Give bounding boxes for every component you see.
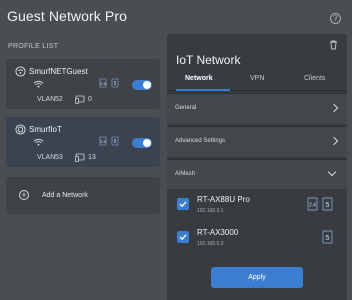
devices-count: 0 (88, 96, 92, 103)
guest-network-icon (15, 66, 26, 77)
panel-title: IoT Network (176, 53, 241, 67)
devices-icon (75, 153, 85, 162)
app-title: Guest Network Pro (7, 8, 127, 24)
band-5ghz-icon: 5 (111, 136, 119, 146)
vlan-label: VLAN (37, 154, 56, 161)
wifi-icon (33, 138, 44, 146)
chevron-right-icon (329, 103, 339, 113)
section-general[interactable]: General (167, 93, 347, 124)
node-name: RT-AX3000 (197, 228, 239, 237)
tab-vpn[interactable]: VPN (250, 75, 264, 82)
node-checkbox[interactable] (177, 198, 189, 210)
chevron-down-icon (327, 167, 337, 177)
vlan-label: VLAN (37, 96, 56, 103)
svg-text:5: 5 (326, 202, 330, 209)
check-icon (179, 234, 187, 241)
svg-text:2.4: 2.4 (309, 203, 316, 209)
apply-button[interactable]: Apply (211, 267, 303, 288)
profile-toggle[interactable] (132, 138, 152, 148)
add-network-label: Add a Network (42, 192, 88, 199)
svg-text:5: 5 (114, 139, 117, 145)
profile-name: SmurfNETGuest (29, 67, 88, 76)
devices-icon (75, 95, 85, 104)
help-icon[interactable]: ? (330, 13, 341, 24)
band-5ghz-icon: 5 (322, 230, 333, 244)
profile-list-label: PROFILE LIST (8, 43, 59, 50)
chevron-right-icon (329, 136, 339, 146)
profile-card-smurfnetguest[interactable]: SmurfNETGuest 2.4 5 VLAN 52 0 (6, 59, 160, 109)
section-label: AiMesh (175, 171, 196, 177)
tab-active-indicator (176, 89, 230, 91)
band-2-4ghz-icon: 2.4 (99, 78, 107, 88)
vlan-value: 52 (55, 96, 63, 103)
node-ip: 192.168.9.1 (197, 208, 224, 214)
svg-text:5: 5 (326, 235, 330, 242)
profile-name: SmurfIoT (29, 125, 62, 134)
tab-network[interactable]: Network (185, 75, 213, 82)
svg-text:5: 5 (114, 81, 117, 87)
iot-network-icon (15, 124, 26, 135)
add-network-button[interactable]: + Add a Network (6, 177, 160, 214)
add-icon: + (19, 190, 29, 200)
svg-text:2.4: 2.4 (100, 81, 106, 86)
node-checkbox[interactable] (177, 231, 189, 243)
band-2-4ghz-icon: 2.4 (99, 136, 107, 146)
section-label: Advanced Settings (175, 138, 226, 144)
svg-text:2.4: 2.4 (100, 139, 106, 144)
vlan-value: 53 (55, 154, 63, 161)
profile-toggle[interactable] (132, 80, 152, 90)
devices-count: 13 (88, 154, 96, 161)
wifi-icon (33, 80, 44, 88)
band-5ghz-icon: 5 (111, 78, 119, 88)
band-2-4ghz-icon: 2.4 (307, 197, 318, 211)
profile-card-smurfiot[interactable]: SmurfIoT 2.4 5 VLAN 53 13 (6, 117, 160, 167)
node-ip: 192.168.9.3 (197, 241, 224, 247)
tab-clients[interactable]: Clients (304, 75, 325, 82)
node-name: RT-AX88U Pro (197, 195, 250, 204)
trash-icon[interactable] (329, 40, 338, 50)
network-detail-panel: IoT Network Network VPN Clients General … (167, 34, 347, 300)
check-icon (179, 201, 187, 208)
section-label: General (175, 105, 197, 111)
section-advanced-settings[interactable]: Advanced Settings (167, 126, 347, 157)
section-aimesh[interactable]: AiMesh (167, 159, 347, 190)
band-5ghz-icon: 5 (322, 197, 333, 211)
